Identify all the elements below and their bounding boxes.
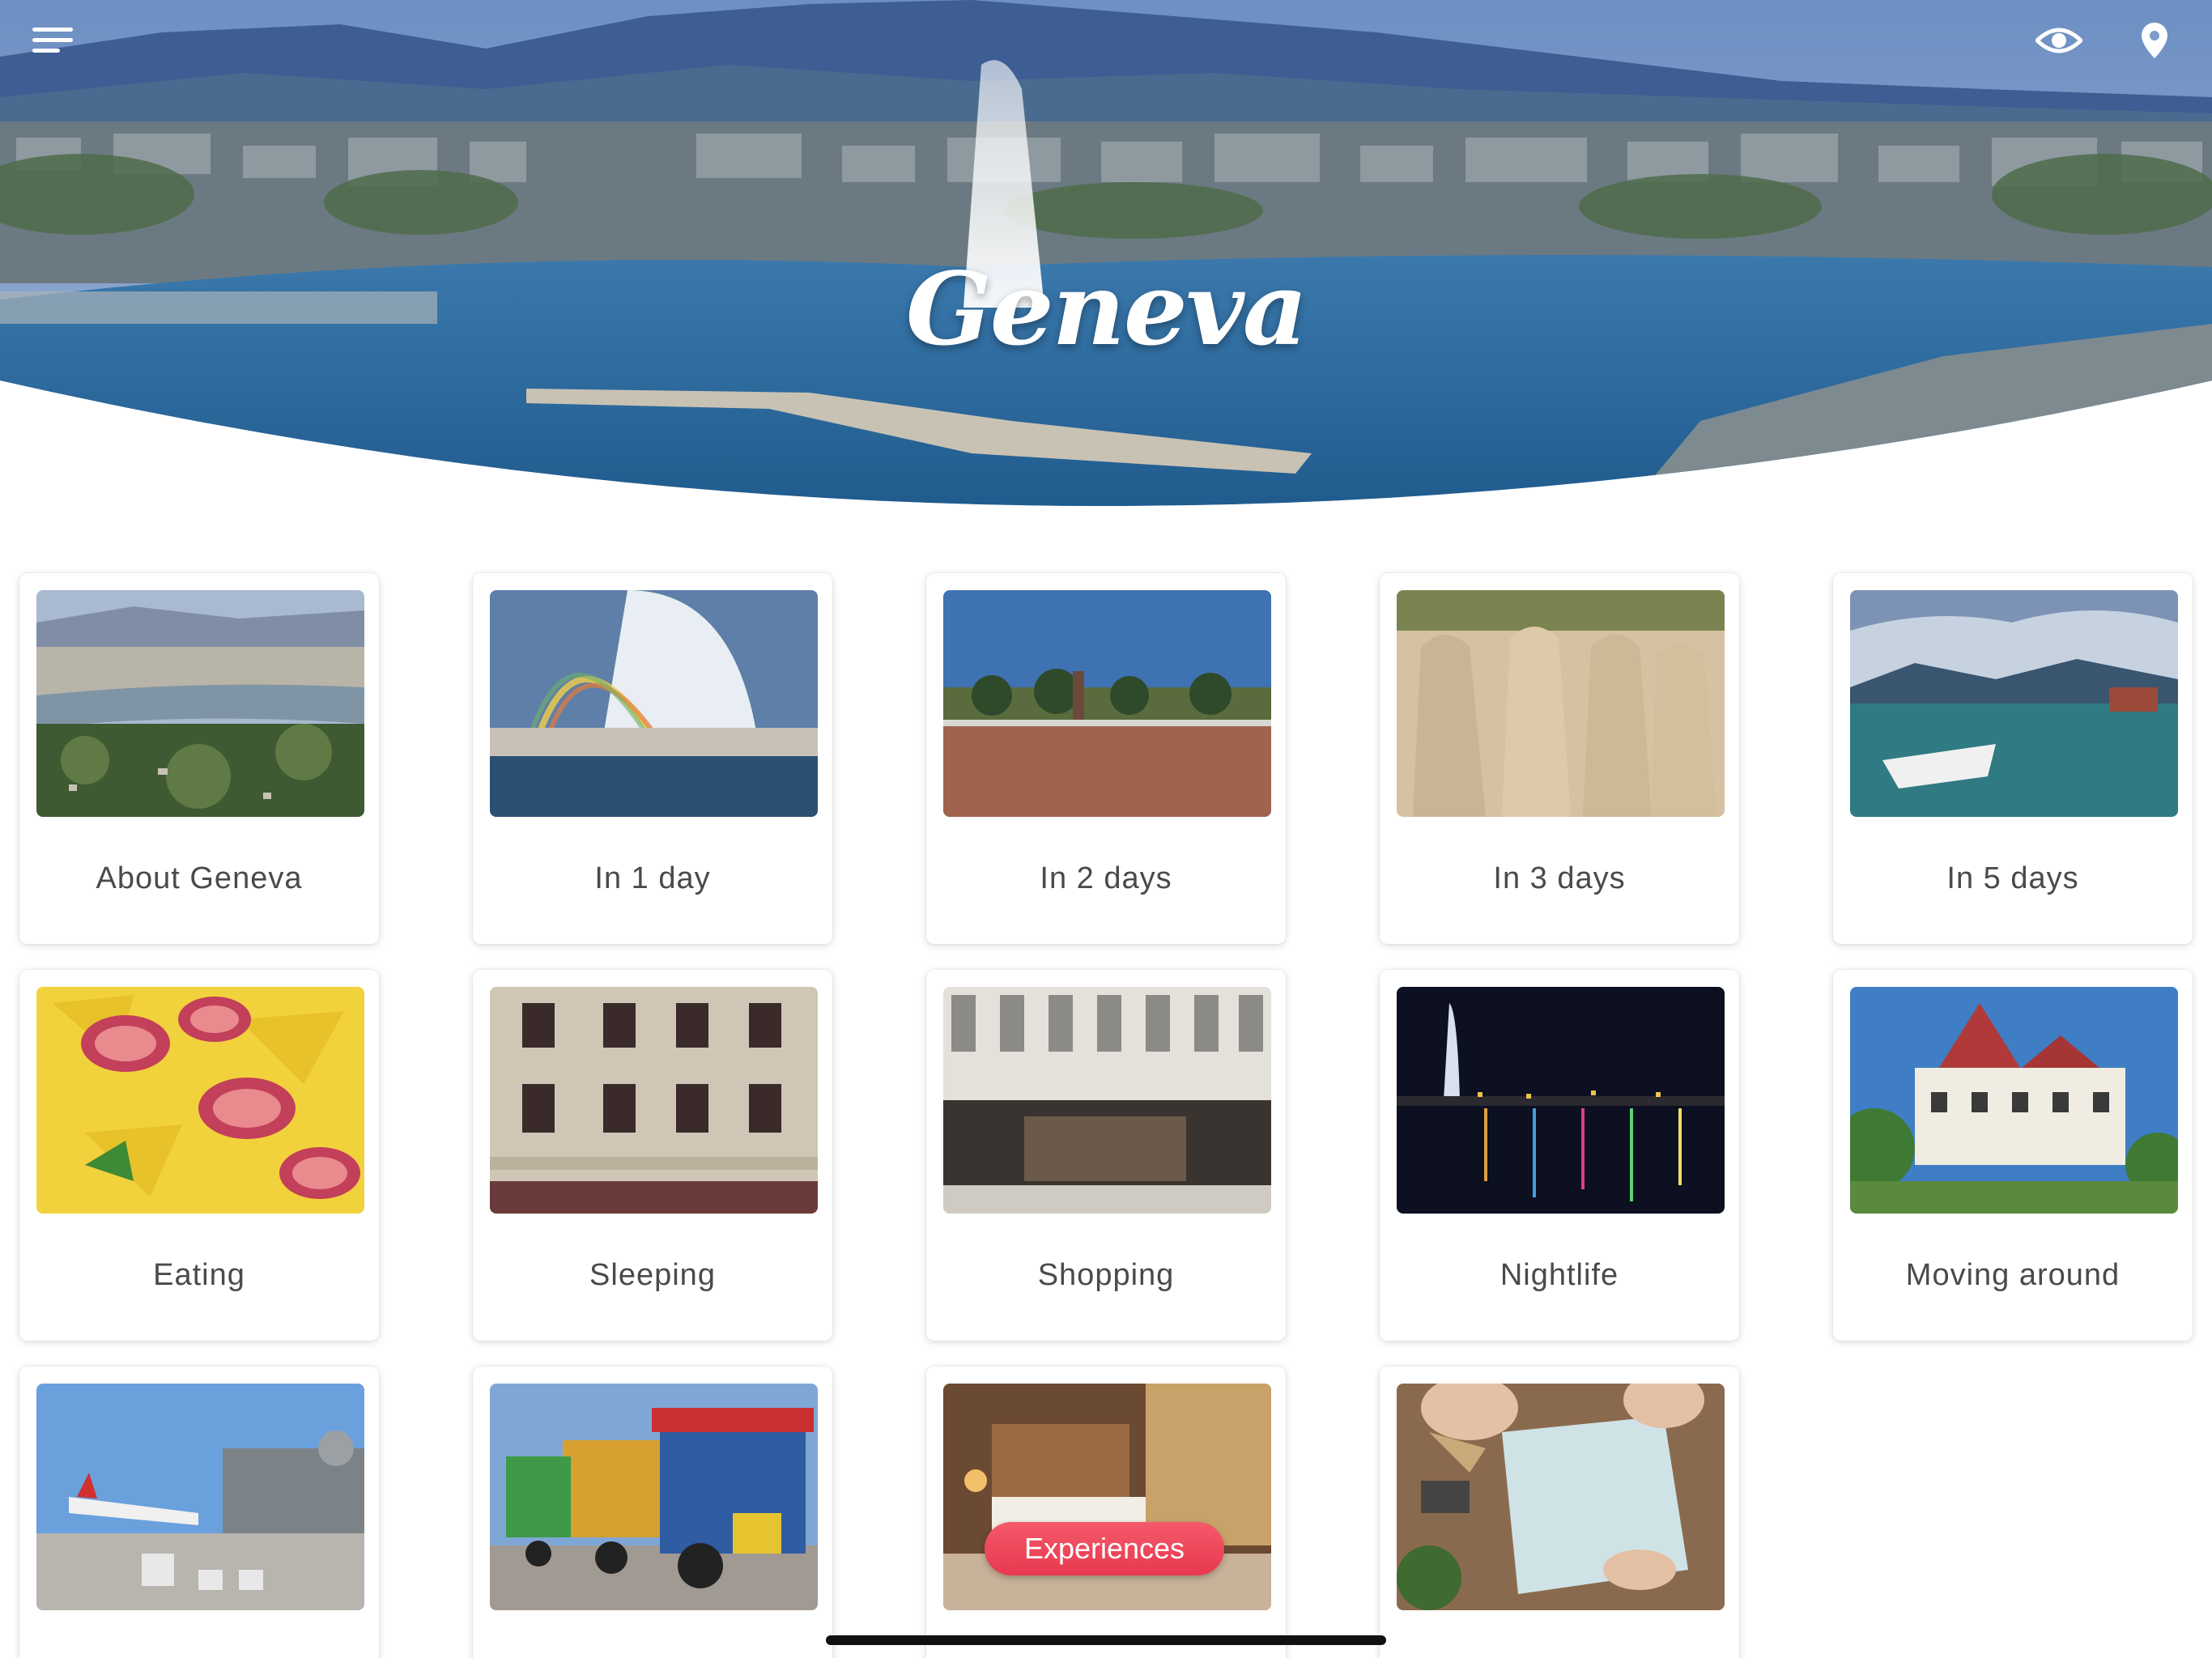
map-pin-icon <box>2142 23 2167 58</box>
card-in-1-day[interactable]: In 1 day <box>473 573 832 944</box>
card-image <box>1850 987 2178 1214</box>
card-label: In 2 days <box>1040 861 1172 895</box>
home-indicator[interactable] <box>826 1635 1386 1645</box>
eye-icon <box>2035 28 2082 53</box>
card-image <box>490 590 818 817</box>
card-image <box>490 987 818 1214</box>
card-label: In 3 days <box>1493 861 1626 895</box>
card-image <box>1397 590 1725 817</box>
card-image <box>36 987 364 1214</box>
card-label: In 5 days <box>1946 861 2079 895</box>
card-tourist-train[interactable] <box>473 1367 832 1658</box>
city-title: Geneva <box>905 251 1308 368</box>
card-image <box>1850 590 2178 817</box>
card-label: Sleeping <box>589 1258 716 1292</box>
card-image <box>36 590 364 817</box>
card-image <box>490 1384 818 1610</box>
card-in-5-days[interactable]: In 5 days <box>1833 573 2193 944</box>
card-shopping[interactable]: Shopping <box>926 970 1286 1341</box>
card-image <box>1397 987 1725 1214</box>
card-in-3-days[interactable]: In 3 days <box>1380 573 1739 944</box>
hamburger-menu-icon <box>32 28 73 53</box>
card-label: Eating <box>153 1258 245 1292</box>
card-nightlife[interactable]: Nightlife <box>1380 970 1739 1341</box>
app-screen: Geneva About Geneva In 1 day In 2 days I… <box>0 0 2212 1658</box>
card-label: In 1 day <box>594 861 711 895</box>
card-about-geneva[interactable]: About Geneva <box>19 573 379 944</box>
card-in-2-days[interactable]: In 2 days <box>926 573 1286 944</box>
card-image <box>943 987 1271 1214</box>
card-sleeping[interactable]: Sleeping <box>473 970 832 1341</box>
card-image <box>36 1384 364 1610</box>
card-image <box>943 1384 1271 1610</box>
card-label: About Geneva <box>96 861 303 895</box>
card-label: Nightlife <box>1499 1258 1619 1292</box>
card-image <box>1397 1384 1725 1610</box>
card-airport[interactable] <box>19 1367 379 1658</box>
card-travel-planning[interactable] <box>1380 1367 1739 1658</box>
view-toggle-button[interactable] <box>2023 4 2095 77</box>
hero-banner: Geneva <box>0 0 2212 518</box>
experiences-button[interactable]: Experiences <box>985 1522 1224 1575</box>
map-button[interactable] <box>2118 4 2191 77</box>
card-moving-around[interactable]: Moving around <box>1833 970 2193 1341</box>
card-image <box>943 590 1271 817</box>
card-hotel-room[interactable] <box>926 1367 1286 1658</box>
menu-button[interactable] <box>16 4 89 77</box>
card-label: Moving around <box>1905 1258 2121 1292</box>
card-label: Shopping <box>1037 1258 1175 1292</box>
card-eating[interactable]: Eating <box>19 970 379 1341</box>
